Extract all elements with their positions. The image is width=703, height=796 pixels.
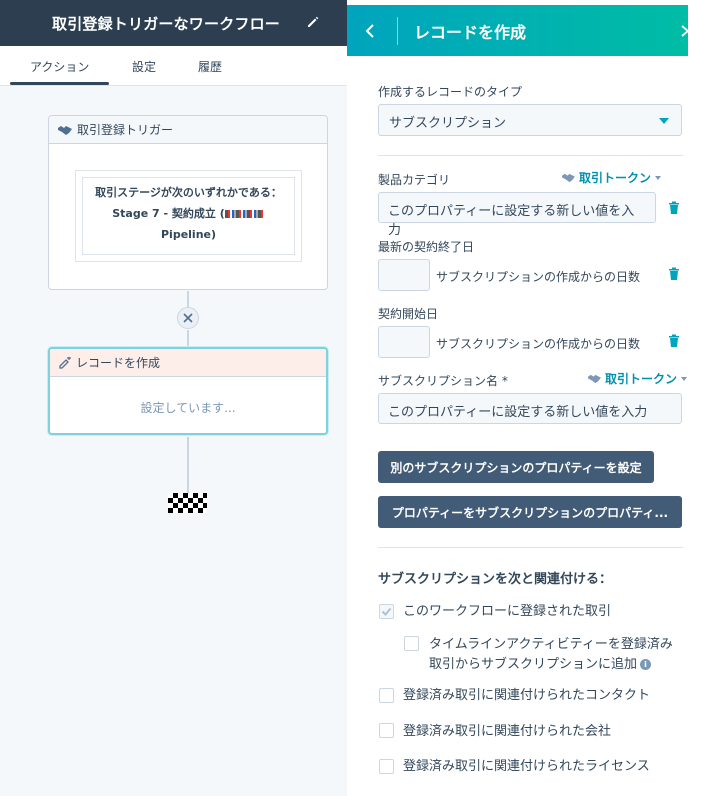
workflow-canvas: 取引登録トリガー 取引ステージが次のいずれかである： Stage 7 - 契約成…	[0, 86, 350, 796]
checkbox-associated-companies[interactable]	[379, 723, 394, 738]
product-category-input[interactable]: このプロパティーに設定する新しい値を入力	[378, 192, 656, 238]
days-from-creation-text: サブスクリプションの作成からの日数	[436, 270, 641, 284]
divider	[378, 547, 683, 548]
subscription-name-label: サブスクリプション名 *	[378, 374, 508, 388]
checkbox-label: 登録済み取引に関連付けられたコンタクト	[403, 688, 651, 703]
days-from-creation-text: サブスクリプションの作成からの日数	[436, 337, 641, 351]
close-icon	[183, 313, 193, 323]
contract-start-input[interactable]	[378, 326, 430, 358]
condition-line-3: Pipeline)	[160, 228, 217, 241]
connector-line	[187, 437, 189, 493]
copy-property-button[interactable]: プロパティーをサブスクリプションのプロパティ...	[378, 496, 682, 528]
create-record-icon	[59, 356, 71, 369]
checkbox-associated-contacts[interactable]	[379, 688, 394, 703]
trigger-card-header: 取引登録トリガー	[49, 116, 327, 144]
workflow-title[interactable]: 取引登録トリガーなワークフロー	[52, 13, 280, 34]
subscription-name-input[interactable]: このプロパティーに設定する新しい値を入力	[378, 393, 682, 424]
trigger-card-title: 取引登録トリガー	[77, 123, 174, 137]
caret-down-icon	[655, 175, 662, 180]
header-divider	[397, 17, 398, 45]
redacted-pipeline-name	[224, 210, 265, 218]
caret-down-icon	[681, 376, 688, 381]
latest-contract-end-input[interactable]	[378, 259, 430, 291]
handshake-icon	[562, 173, 575, 183]
checkbox-timeline-activity[interactable]	[404, 636, 419, 651]
condition-text[interactable]: 取引ステージが次のいずれかである： Stage 7 - 契約成立 ( Pipel…	[82, 177, 295, 255]
action-card-header: レコードを作成	[50, 349, 326, 377]
create-record-panel: レコードを作成 作成するレコードのタイプ サブスクリプション 製品カテゴリ 取引…	[347, 0, 703, 796]
create-record-action-card[interactable]: レコードを作成 設定しています...	[48, 347, 328, 435]
deal-token-dropdown[interactable]: 取引トークン	[587, 370, 688, 387]
trash-icon[interactable]	[668, 334, 680, 348]
handshake-icon	[58, 125, 72, 135]
checkbox-label: 登録済み取引に関連付けられたライセンス	[403, 759, 650, 774]
checkbox-label-line-1: タイムラインアクティビティーを登録済み	[429, 637, 673, 652]
info-icon[interactable]: i	[640, 659, 652, 670]
caret-down-icon	[659, 118, 669, 124]
condition-line-1: 取引ステージが次のいずれかである：	[95, 186, 282, 199]
contract-start-label: 契約開始日	[378, 307, 439, 321]
trash-icon[interactable]	[668, 267, 680, 281]
remove-branch-button[interactable]	[177, 307, 199, 329]
trash-icon[interactable]	[668, 201, 680, 215]
tab-bar: アクション 設定 履歴	[0, 46, 350, 86]
action-status: 設定しています...	[140, 401, 236, 415]
checkbox-enrolled-deal[interactable]	[379, 604, 394, 619]
condition-box: 取引ステージが次のいずれかである： Stage 7 - 契約成立 ( Pipel…	[75, 170, 302, 262]
deal-token-dropdown[interactable]: 取引トークン	[561, 169, 662, 186]
condition-line-2: Stage 7 - 契約成立 (	[83, 203, 294, 224]
pencil-icon[interactable]	[306, 15, 320, 29]
panel-title: レコードを作成	[414, 23, 527, 42]
set-other-property-button[interactable]: 別のサブスクリプションのプロパティーを設定	[378, 451, 654, 483]
tab-settings[interactable]: 設定	[132, 58, 156, 75]
tab-actions[interactable]: アクション	[30, 58, 89, 75]
associate-section-title: サブスクリプションを次と関連付ける：	[378, 572, 613, 587]
action-card-title: レコードを作成	[76, 356, 161, 370]
panel-header: レコードを作成	[347, 5, 690, 56]
checkbox-label-line-2: 取引からサブスクリプションに追加 i	[429, 655, 652, 675]
record-type-value: サブスクリプション	[389, 116, 507, 131]
record-type-label: 作成するレコードのタイプ	[378, 85, 523, 99]
tab-history[interactable]: 履歴	[198, 58, 222, 75]
connector-line	[187, 291, 189, 308]
record-type-select[interactable]: サブスクリプション	[378, 104, 682, 136]
product-category-label: 製品カテゴリ	[378, 173, 451, 187]
active-tab-indicator	[10, 82, 109, 85]
latest-contract-end-label: 最新の契約終了日	[378, 240, 475, 254]
finish-flag-icon	[168, 493, 207, 513]
handshake-icon	[588, 374, 601, 384]
checkbox-label: このワークフローに登録された取引	[403, 604, 612, 619]
checkbox-associated-licenses[interactable]	[379, 759, 394, 774]
checkmark-icon	[381, 607, 392, 616]
chevron-left-icon[interactable]	[359, 19, 383, 43]
connector-line	[187, 330, 189, 347]
trigger-card[interactable]: 取引登録トリガー 取引ステージが次のいずれかである： Stage 7 - 契約成…	[48, 115, 328, 290]
divider	[378, 155, 683, 156]
close-icon[interactable]	[680, 25, 690, 37]
checkbox-label: 登録済み取引に関連付けられた会社	[403, 724, 612, 739]
